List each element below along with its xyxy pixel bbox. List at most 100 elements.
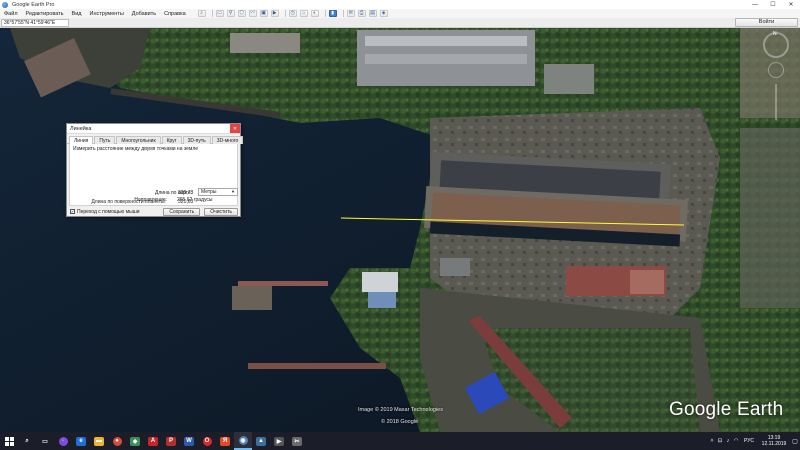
taskbar-acrobat[interactable]: A [144,432,162,450]
menu-bar: Файл Редактировать Вид Инструменты Добав… [0,9,800,18]
clear-button[interactable]: Очистить [204,207,238,216]
minimize-icon[interactable]: — [746,0,764,9]
coordinates-field[interactable]: 36°57'55"N 41°59'46"E [1,18,69,27]
start-button[interactable] [0,432,18,450]
login-button[interactable]: Войти [735,18,798,27]
ruler-footer: ✔ Переход с помощью мыши Сохранить Очист… [70,207,238,216]
save-button[interactable]: Сохранить [163,207,201,216]
taskbar-opera[interactable]: O [198,432,216,450]
path-icon[interactable]: 〰 [248,10,257,17]
navigation-controls[interactable]: N [762,31,790,122]
taskbar-alice[interactable]: ◦ [54,432,72,450]
tab-line[interactable]: Линия [69,136,94,144]
email-icon[interactable]: ✉ [346,10,355,17]
taskbar-task-view[interactable]: ▭ [36,432,54,450]
ruler-title: Линейка [70,125,92,132]
factory-building-3 [230,33,300,53]
sunlight-icon[interactable]: ☼ [299,10,308,17]
factory-roof-2 [365,54,527,64]
white-building [362,272,398,292]
heading-value: 265,62 градусы [177,197,213,203]
taskbar-google-earth[interactable]: ◉ [234,432,252,450]
tab-path[interactable]: Путь [94,136,116,144]
factory-roof-1 [365,36,527,46]
image-overlay-icon[interactable]: ▣ [259,10,268,17]
tab-scroll-right-icon[interactable]: ▸ [245,136,248,143]
search-icon[interactable]: ⌕ [197,10,206,17]
tab-3d-polygon[interactable]: 3D-много [211,136,244,144]
snipping-tool-icon: ✂ [292,436,302,446]
heading-row: Направление: 265,62 градусы [69,197,239,204]
planets-icon[interactable]: ◐ [310,10,319,17]
historical-imagery-icon[interactable]: ◷ [288,10,297,17]
clock[interactable]: 13:19 12.11.2019 [758,435,790,447]
tab-polygon[interactable]: Многоугольник [116,136,161,144]
google-earth-logo: Google Earth [669,399,784,420]
acrobat-icon: A [148,436,158,446]
windows-icon [4,436,14,446]
taskbar-media[interactable]: ▶ [270,432,288,450]
maximize-icon[interactable]: ☐ [764,0,782,9]
tab-3d-path[interactable]: 3D-путь [182,136,211,144]
ruler-dialog: Линейка ✕ Линия Путь Многоугольник Круг … [66,123,248,217]
toolbar: ⌕ ▭ ⚲ ⬠ 〰 ▣ ▶ ◷ ☼ ◐ ▮ ✉ ⎙ ▤ ◈ [197,9,391,18]
taskbar-word[interactable]: W [180,432,198,450]
taskbar-chrome[interactable]: ● [108,432,126,450]
ruler-title-bar[interactable]: Линейка ✕ [67,124,240,134]
menu-view[interactable]: Вид [68,11,86,17]
polygon-icon[interactable]: ⬠ [237,10,246,17]
menu-tools[interactable]: Инструменты [85,11,127,17]
edge-icon: e [76,436,86,446]
mouse-navigation-label: Переход с помощью мыши [77,208,140,215]
record-tour-icon[interactable]: ▶ [270,10,279,17]
grey-building [440,258,470,276]
taskbar-explorer[interactable]: ▬ [90,432,108,450]
menu-help[interactable]: Справка [160,11,190,17]
google-copyright: © 2018 Google [381,419,419,425]
print-icon[interactable]: ⎙ [357,10,366,17]
taskbar-search[interactable]: ⌕ [18,432,36,450]
folder-icon: ▬ [94,436,104,446]
ruler-icon[interactable]: ▮ [328,10,337,17]
unit-select[interactable]: Метры ▼ [198,188,238,196]
chrome-icon: ● [112,436,122,446]
placemark-icon[interactable]: ⚲ [226,10,235,17]
taskbar-maps[interactable]: ◆ [126,432,144,450]
save-image-icon[interactable]: ▤ [368,10,377,17]
volume-icon[interactable]: ♪ [724,438,732,444]
taskbar-photos[interactable]: ▲ [252,432,270,450]
menu-file[interactable]: Файл [0,11,22,17]
tab-circle[interactable]: Круг [161,136,182,144]
look-joystick-icon[interactable] [768,62,784,78]
taskbar-edge[interactable]: e [72,432,90,450]
pdf-icon: P [166,436,176,446]
notifications-icon[interactable]: ▢ [790,432,800,450]
pier-lower [248,363,386,369]
menu-add[interactable]: Добавить [128,11,160,17]
window-controls: — ☐ ✕ [746,0,800,9]
taskbar-snip[interactable]: ✂ [288,432,306,450]
red-roof-highlight [630,270,664,294]
toolbar-separator [211,10,213,17]
compass-north-label: N [773,31,777,37]
mouse-navigation-checkbox[interactable]: ✔ [70,209,75,214]
pier-middle [238,281,328,286]
chevron-up-icon[interactable]: ˄ [708,438,716,444]
close-icon[interactable]: ✕ [230,124,240,133]
wifi-icon[interactable]: ◠ [732,438,740,444]
opera-icon: O [202,436,212,446]
taskbar-pdf[interactable]: P [162,432,180,450]
language-indicator[interactable]: РУС [744,438,754,444]
map-view[interactable]: N Image © 2019 Maxar Technologies © 2018… [0,28,800,432]
menu-edit[interactable]: Редактировать [22,11,68,17]
media-player-icon: ▶ [274,436,284,446]
taskbar-yandex[interactable]: Я [216,432,234,450]
factory-building-2 [544,64,594,94]
sidebar-toggle-icon[interactable]: ▭ [215,10,224,17]
google-earth-app-icon [2,1,8,8]
close-icon[interactable]: ✕ [782,0,800,9]
window-title: Google Earth Pro [12,1,55,8]
view-in-maps-icon[interactable]: ◈ [379,10,388,17]
network-icon[interactable]: ⊡ [716,438,724,444]
zoom-slider[interactable] [775,84,777,120]
